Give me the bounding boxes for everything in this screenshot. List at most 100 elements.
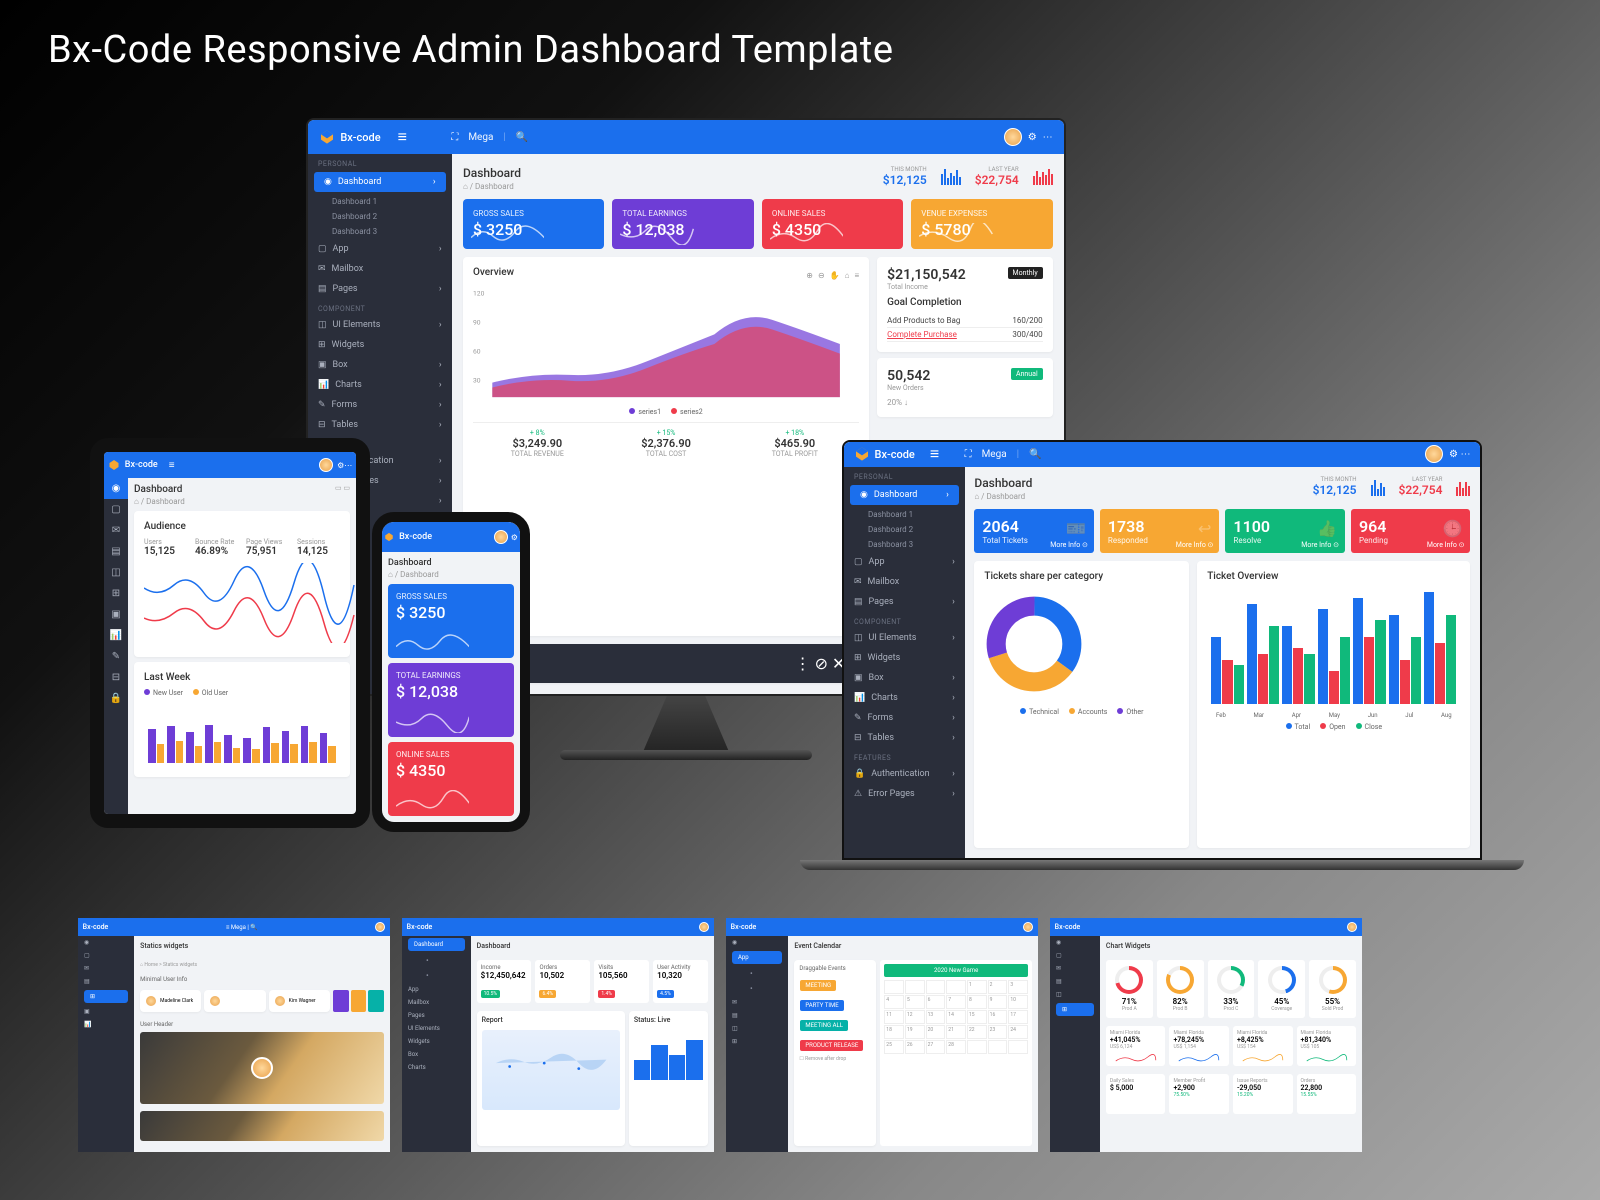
avatar[interactable] [494, 530, 508, 544]
sidebar-item-auth[interactable]: 🔒Authentication› [844, 764, 965, 784]
chip[interactable]: MEETING [800, 980, 836, 991]
chip[interactable]: MEETING ALL [800, 1020, 848, 1031]
avatar[interactable] [375, 922, 385, 932]
avatar[interactable] [1425, 445, 1443, 463]
brand[interactable]: Bx-code [384, 532, 432, 542]
sidebar-item-box[interactable]: ▣Box› [308, 355, 452, 375]
sidebar-sub[interactable]: Dashboard 2 [844, 522, 965, 537]
menu-icon[interactable]: ≡ [169, 460, 175, 471]
sidebar-item-widgets[interactable]: ⊞ [1056, 1003, 1094, 1016]
sidebar-item-dashboard[interactable]: ◉Dashboard› [850, 485, 959, 505]
hand-icon[interactable]: ✋ [830, 271, 840, 280]
zoom-out-icon[interactable]: ⊖ [818, 271, 825, 280]
sidebar-item-charts[interactable]: 📊Charts› [308, 375, 452, 395]
sidebar-item-auth[interactable]: 🔒 [104, 688, 128, 709]
home-icon[interactable]: ⌂ [845, 271, 850, 280]
more-link[interactable]: More Info ⊙ [1301, 541, 1339, 549]
zoom-icon[interactable]: ⊕ [806, 271, 813, 280]
sidebar-sub-dash1[interactable]: Dashboard 1 [308, 194, 452, 209]
sidebar-item-mail[interactable]: ✉ [104, 520, 128, 541]
mega-menu[interactable]: Mega [468, 132, 493, 143]
sidebar-item-widgets[interactable]: ⊞Widgets [844, 648, 965, 668]
monthly-badge[interactable]: Monthly [1008, 267, 1043, 279]
sidebar-item-ui[interactable]: ◫UI Elements› [308, 315, 452, 335]
avatar[interactable] [319, 458, 333, 472]
sidebar-item-ui[interactable]: ◫UI Elements› [844, 628, 965, 648]
btn-group[interactable]: ▭ ▭ [335, 484, 350, 492]
sidebar-item-app[interactable]: ▢App› [844, 552, 965, 572]
sidebar-item-tables[interactable]: ⊟Tables› [844, 728, 965, 748]
sidebar-item-tables[interactable]: ⊟ [104, 667, 128, 688]
sidebar-item-box[interactable]: ▣Box› [844, 668, 965, 688]
sidebar-item-mailbox[interactable]: ✉Mailbox [308, 259, 452, 279]
avatar[interactable] [1347, 922, 1357, 932]
kpi-earn[interactable]: TOTAL EARNINGS$ 12,038 [388, 663, 514, 737]
sidebar-item-error[interactable]: ⚠Error Pages› [844, 784, 965, 804]
more-link[interactable]: More Info ⊙ [1050, 541, 1088, 549]
sidebar-item-tables[interactable]: ⊟Tables› [308, 415, 452, 435]
brand[interactable]: Bx-code≡ [108, 459, 175, 471]
settings-icon[interactable]: ⚙ [1028, 132, 1037, 143]
kpi-expenses[interactable]: VENUE EXPENSES$ 5780 [911, 199, 1052, 249]
user-card[interactable]: Madeline Clark [140, 990, 201, 1012]
sidebar-sub-dash3[interactable]: Dashboard 3 [308, 224, 452, 239]
kpi-earnings[interactable]: TOTAL EARNINGS$ 12,038 [612, 199, 753, 249]
sidebar-item-charts[interactable]: 📊Charts› [844, 688, 965, 708]
sidebar-item-widgets[interactable]: ⊞ [104, 583, 128, 604]
kpi-online[interactable]: ONLINE SALES$ 4350 [388, 742, 514, 816]
fullscreen-icon[interactable]: ⛶ [451, 132, 458, 143]
sidebar-item-dashboard[interactable]: Dashboard [408, 938, 465, 951]
sidebar-item-dashboard[interactable]: ◉Dashboard› [314, 172, 446, 192]
sidebar-item-widgets[interactable]: ⊞ [84, 990, 128, 1003]
settings-icon[interactable]: ⚙⋯ [337, 461, 352, 470]
user-card[interactable]: Kim Wagner [269, 990, 330, 1012]
menu-icon[interactable]: ≡ [398, 127, 407, 147]
settings-icon[interactable]: ⚙ ⋯ [1449, 449, 1470, 460]
more-link[interactable]: More Info ⊙ [1427, 541, 1465, 549]
sidebar-item-charts[interactable]: 📊 [104, 625, 128, 646]
search-icon[interactable]: 🔍 [516, 132, 528, 143]
sidebar-item-pages[interactable]: ▤Pages› [308, 279, 452, 299]
menu-icon[interactable]: ≡ [930, 444, 939, 464]
sidebar-item-widgets[interactable]: ⊞Widgets [308, 335, 452, 355]
sidebar-sub-dash2[interactable]: Dashboard 2 [308, 209, 452, 224]
ticket-resolved[interactable]: 1100Resolve👍More Info ⊙ [1225, 509, 1345, 553]
sidebar-item-pages[interactable]: ▤Pages› [844, 592, 965, 612]
sidebar-item-mailbox[interactable]: ✉Mailbox [844, 572, 965, 592]
more-icon[interactable]: ⋯ [1043, 132, 1053, 143]
sidebar-item-forms[interactable]: ✎Forms› [308, 395, 452, 415]
more-link[interactable]: More Info ⊙ [1176, 541, 1214, 549]
sidebar-sub[interactable]: Dashboard 1 [844, 507, 965, 522]
kpi-gross[interactable]: GROSS SALES$ 3250 [388, 584, 514, 658]
ticket-responded[interactable]: 1738Responded↩More Info ⊙ [1100, 509, 1220, 553]
brand[interactable]: Bx-code≡ [854, 444, 965, 464]
kpi-online[interactable]: ONLINE SALES$ 4350 [762, 199, 903, 249]
annual-badge[interactable]: Annual [1011, 368, 1043, 380]
sidebar-sub[interactable]: Dashboard 3 [844, 537, 965, 552]
sidebar-item-app[interactable]: App [732, 951, 782, 964]
ticket-total[interactable]: 2064Total Tickets🎫More Info ⊙ [974, 509, 1094, 553]
sidebar-item-ui[interactable]: ◫ [104, 562, 128, 583]
user-card[interactable] [204, 990, 265, 1012]
search-icon[interactable]: 🔍 [1029, 449, 1041, 460]
close-icon[interactable]: ⋮ ⊘ ✕ [795, 654, 846, 673]
avatar[interactable] [699, 922, 709, 932]
fullscreen-icon[interactable]: ⛶ [965, 449, 972, 460]
sidebar-item-forms[interactable]: ✎Forms› [844, 708, 965, 728]
mega-menu[interactable]: Mega [982, 449, 1007, 460]
settings-icon[interactable]: ⚙ [511, 533, 518, 542]
brand[interactable]: Bx-code ≡ [319, 127, 451, 147]
sidebar-item-app[interactable]: ▢App› [308, 239, 452, 259]
sidebar-item-box[interactable]: ▣ [104, 604, 128, 625]
avatar[interactable] [1023, 922, 1033, 932]
avatar[interactable] [1004, 128, 1022, 146]
chip[interactable]: PARTY TIME [800, 1000, 843, 1011]
menu-icon[interactable]: ≡ [854, 271, 859, 280]
sidebar-item-forms[interactable]: ✎ [104, 646, 128, 667]
sidebar-item-app[interactable]: ▢ [104, 499, 128, 520]
kpi-gross-sales[interactable]: GROSS SALES$ 3250 [463, 199, 604, 249]
ticket-pending[interactable]: 964Pending🕒More Info ⊙ [1351, 509, 1471, 553]
chip[interactable]: PRODUCT RELEASE [800, 1040, 863, 1051]
sidebar-item-dashboard[interactable]: ◉ [104, 478, 128, 499]
sidebar-item-pages[interactable]: ▤ [104, 541, 128, 562]
